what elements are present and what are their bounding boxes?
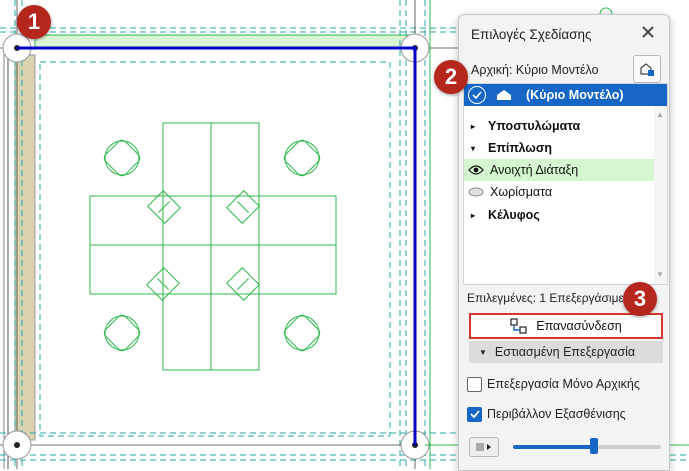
tree-row-main-model[interactable]: (Κύριο Μοντέλο): [464, 84, 667, 106]
tree-group-columns[interactable]: ▸ Υποστυλώματα: [464, 115, 654, 137]
source-settings-button[interactable]: [633, 55, 661, 83]
edit-original-only-checkbox[interactable]: Επεξεργασία Μόνο Αρχικής: [467, 375, 640, 393]
source-label: Αρχική: Κύριο Μοντέλο: [471, 63, 599, 77]
chair-top-left[interactable]: [102, 138, 142, 178]
house-icon: [496, 89, 512, 101]
eye-icon[interactable]: [468, 164, 484, 176]
color-swatch-icon[interactable]: [469, 437, 499, 457]
chair-bottom-right[interactable]: [282, 313, 322, 353]
caret-down-icon[interactable]: ▾: [466, 144, 480, 153]
tree-option-open-layout[interactable]: Ανοιχτή Διάταξη: [464, 159, 654, 181]
options-tree[interactable]: (Κύριο Μοντέλο) ▸ Υποστυλώματα ▾ Επίπλωσ…: [463, 83, 668, 285]
wall-hatch-left: [3, 50, 36, 469]
blue-wall-lines[interactable]: [17, 46, 417, 445]
chair-top-right[interactable]: [282, 138, 322, 178]
caret-right-icon[interactable]: ▸: [466, 122, 480, 131]
tree-row-label: (Κύριο Μοντέλο): [526, 88, 624, 102]
office-furniture-cluster[interactable]: [89, 122, 337, 371]
focused-editing-label: Εστιασμένη Επεξεργασία: [494, 345, 636, 359]
focused-editing-toggle[interactable]: ▼ Εστιασμένη Επεξεργασία: [469, 341, 663, 363]
fade-controls: [465, 433, 665, 461]
eye-closed-icon[interactable]: [468, 186, 484, 198]
checkmark-icon[interactable]: [468, 86, 486, 104]
columns[interactable]: [2, 33, 430, 460]
tree-scrollbar[interactable]: ▲ ▼: [654, 106, 667, 284]
scroll-down-icon[interactable]: ▼: [656, 270, 664, 279]
fade-slider-thumb[interactable]: [590, 438, 598, 454]
selection-count: Επιλεγμένες: 1 Επεξεργάσιμες: [467, 291, 630, 305]
fade-slider[interactable]: [513, 438, 661, 454]
scroll-up-icon[interactable]: ▲: [656, 110, 664, 119]
relink-icon: [510, 318, 528, 334]
tree-option-partitions[interactable]: Χωρίσματα: [464, 181, 654, 203]
relink-label: Επανασύνδεση: [536, 319, 622, 333]
source-settings-icon: [640, 63, 654, 76]
palette-title: Επιλογές Σχεδίασης: [471, 27, 592, 42]
callout-badge-2: 2: [434, 60, 468, 94]
column-nodes: [14, 45, 418, 448]
design-options-palette: Επιλογές Σχεδίασης Αρχική: Κύριο Μοντέλο…: [458, 14, 670, 471]
caret-down-icon: ▼: [479, 347, 487, 357]
tree-group-furniture[interactable]: ▾ Επίπλωση: [464, 137, 654, 159]
relink-button[interactable]: Επανασύνδεση: [469, 313, 663, 339]
callout-badge-3: 3: [623, 282, 657, 316]
fade-environment-label: Περιβάλλον Εξασθένισης: [487, 407, 626, 421]
fade-environment-checkbox[interactable]: Περιβάλλον Εξασθένισης: [467, 405, 626, 423]
checkbox-check-icon[interactable]: [467, 406, 482, 422]
edit-original-only-label: Επεξεργασία Μόνο Αρχικής: [487, 377, 640, 391]
tree-group-shell[interactable]: ▸ Κέλυφος: [464, 204, 654, 226]
caret-right-icon[interactable]: ▸: [466, 211, 480, 220]
fade-slider-fill: [513, 445, 594, 449]
checkbox-box[interactable]: [467, 376, 482, 392]
callout-badge-1: 1: [17, 5, 51, 39]
close-icon[interactable]: [637, 21, 659, 43]
chair-bottom-left[interactable]: [102, 313, 142, 353]
keyboard-4: [226, 267, 260, 301]
